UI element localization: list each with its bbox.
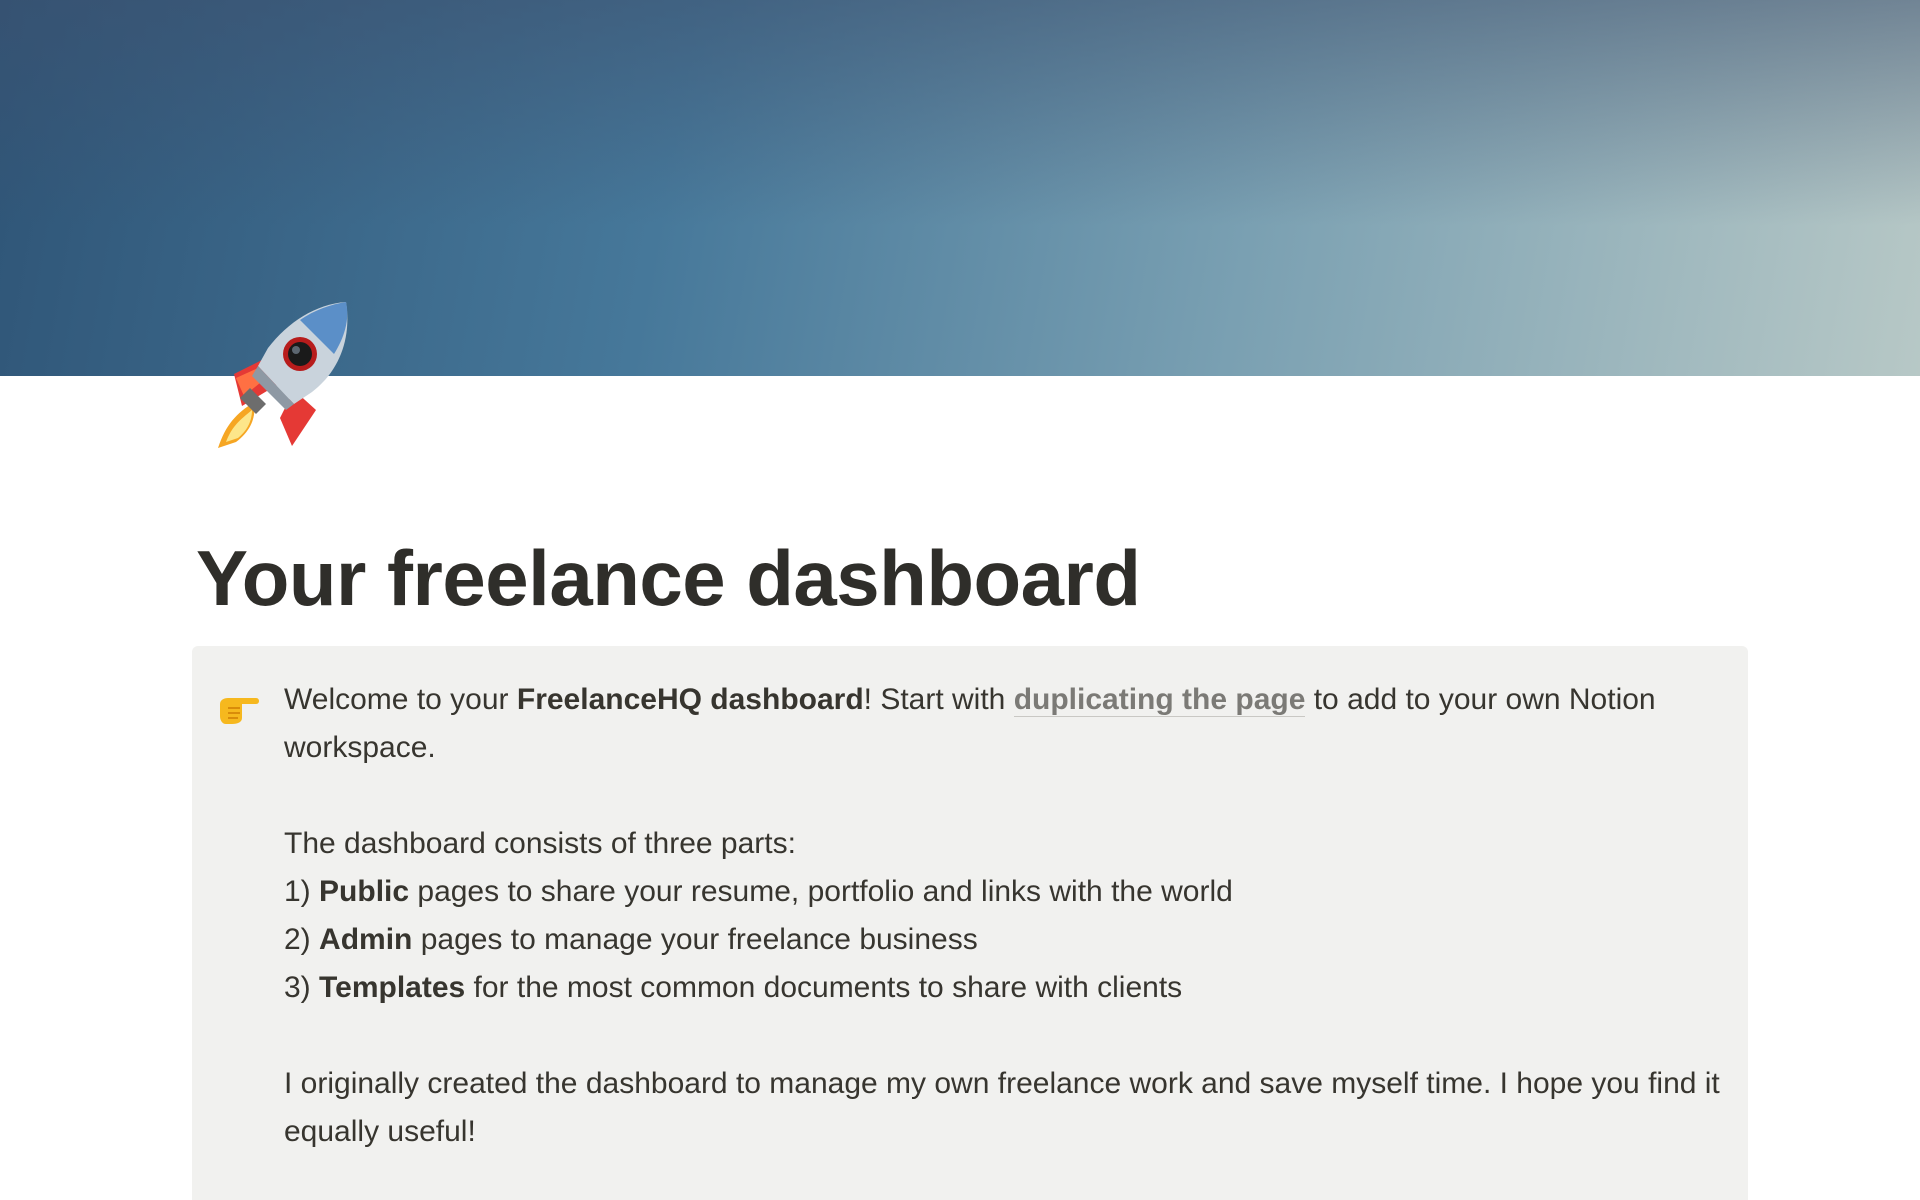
parts-heading: The dashboard consists of three parts: (284, 827, 796, 860)
rocket-icon[interactable] (196, 296, 356, 456)
page-title[interactable]: Your freelance dashboard (196, 530, 1141, 626)
intro-paragraph: Welcome to your FreelanceHQ dashboard! S… (284, 676, 1724, 772)
duplicate-page-link[interactable]: duplicating the page (1013, 683, 1306, 717)
list-item: 2) Admin pages to manage your freelance … (284, 923, 978, 956)
callout-text: Welcome to your FreelanceHQ dashboard! S… (284, 676, 1724, 1156)
list-item: 1) Public pages to share your resume, po… (284, 875, 1233, 908)
closing-paragraph: I originally created the dashboard to ma… (284, 1067, 1720, 1148)
list-item: 3) Templates for the most common documen… (284, 971, 1183, 1004)
backhand-index-pointing-right-icon[interactable] (216, 688, 262, 728)
intro-text: Welcome to your (284, 683, 517, 716)
callout-block[interactable]: Welcome to your FreelanceHQ dashboard! S… (192, 646, 1748, 1200)
intro-text-continued: ! Start with (863, 683, 1014, 716)
product-name: FreelanceHQ dashboard (516, 683, 864, 716)
